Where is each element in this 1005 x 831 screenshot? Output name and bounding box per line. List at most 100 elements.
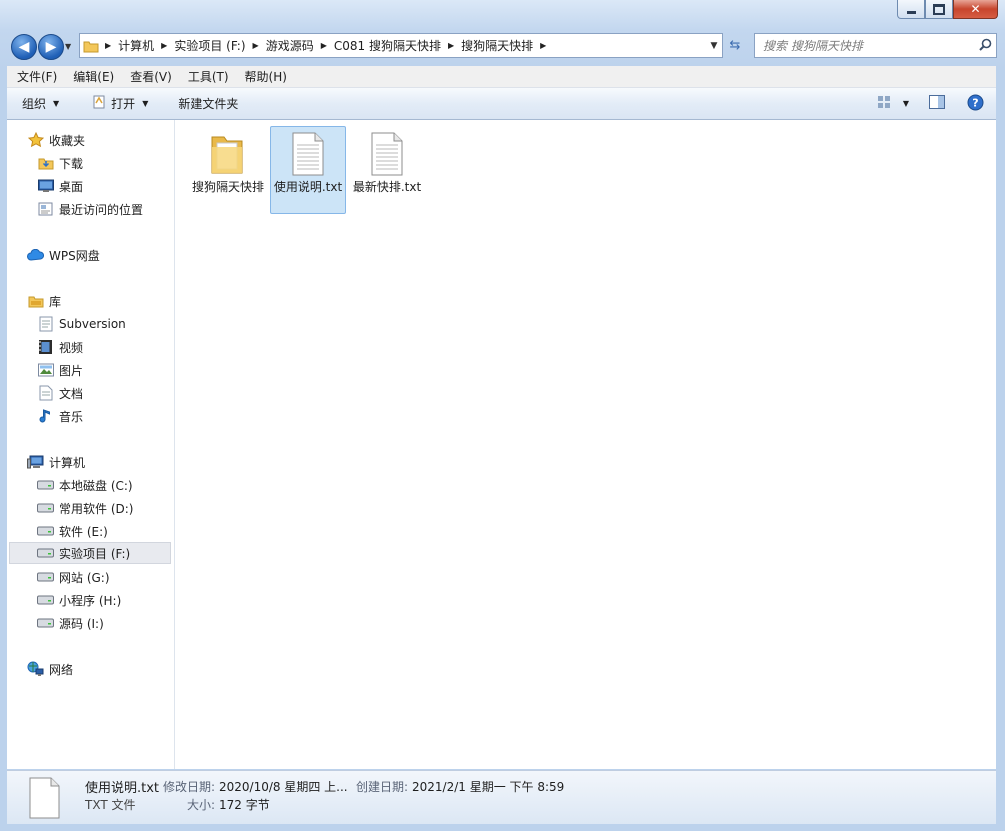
nav-item-videos[interactable]: 视频: [37, 336, 83, 358]
preview-pane-icon[interactable]: [929, 95, 945, 112]
folder-icon: [83, 38, 101, 54]
caption-buttons: ✕: [897, 0, 998, 20]
desktop-icon: [37, 178, 54, 194]
breadcrumb-separator[interactable]: ▶: [157, 41, 171, 50]
maximize-button[interactable]: [925, 0, 953, 19]
view-dropdown-icon[interactable]: ▼: [903, 99, 909, 108]
nav-label: 桌面: [59, 179, 84, 194]
nav-computer[interactable]: 计算机: [27, 451, 85, 473]
picture-icon: [37, 362, 54, 378]
nav-item-drive-f[interactable]: 实验项目 (F:): [9, 542, 171, 564]
drive-icon: [37, 569, 54, 585]
minimize-button[interactable]: [897, 0, 925, 19]
recent-places-icon: [37, 201, 54, 217]
details-modified-label: 修改日期:: [163, 780, 216, 794]
organize-button[interactable]: 组织 ▼: [14, 92, 67, 116]
details-modified-value: 2020/10/8 星期四 上...: [219, 780, 348, 794]
file-item-txt-selected[interactable]: 使用说明.txt: [270, 126, 346, 214]
file-name: 使用说明.txt: [273, 180, 343, 194]
nav-item-subversion[interactable]: Subversion: [37, 313, 126, 335]
breadcrumb-separator[interactable]: ▶: [101, 41, 115, 50]
menu-file[interactable]: 文件(F): [11, 68, 63, 85]
breadcrumb-separator[interactable]: ▶: [444, 41, 458, 50]
nav-label: 软件 (E:): [59, 524, 108, 539]
menu-view[interactable]: 查看(V): [124, 68, 178, 85]
nav-label: 收藏夹: [49, 133, 86, 148]
nav-label: 库: [49, 294, 62, 309]
nav-item-drive-d[interactable]: 常用软件 (D:): [37, 497, 133, 519]
folder-icon: [208, 129, 248, 177]
drive-icon: [37, 523, 54, 539]
music-icon: [37, 408, 54, 424]
close-button[interactable]: ✕: [953, 0, 998, 19]
details-size-label: 大小:: [187, 798, 216, 812]
network-icon: [27, 661, 44, 677]
document-icon: [37, 385, 54, 401]
breadcrumb-item[interactable]: 实验项目 (F:): [171, 37, 248, 54]
refresh-button[interactable]: ⇆: [724, 33, 746, 58]
nav-favorites[interactable]: 收藏夹: [27, 129, 85, 151]
nav-item-drive-c[interactable]: 本地磁盘 (C:): [37, 474, 133, 496]
menu-edit[interactable]: 编辑(E): [67, 68, 120, 85]
breadcrumb-item[interactable]: 搜狗隔天快排: [458, 37, 536, 54]
forward-button[interactable]: ▶: [38, 34, 64, 60]
nav-label: 下载: [59, 156, 84, 171]
new-folder-label: 新建文件夹: [178, 97, 239, 111]
open-button[interactable]: 打开 ▼: [83, 92, 156, 116]
nav-item-pictures[interactable]: 图片: [37, 359, 83, 381]
forward-arrow-icon: ▶: [45, 39, 57, 55]
help-icon[interactable]: ?: [967, 94, 984, 114]
nav-item-drive-i[interactable]: 源码 (I:): [37, 612, 104, 634]
history-dropdown-icon[interactable]: ▼: [65, 42, 71, 51]
subversion-icon: [37, 316, 54, 332]
nav-libraries[interactable]: 库: [27, 290, 61, 312]
search-input[interactable]: [755, 37, 974, 54]
search-box: [754, 33, 997, 58]
library-icon: [27, 293, 44, 309]
back-arrow-icon: ◀: [18, 39, 30, 55]
nav-item-documents[interactable]: 文档: [37, 382, 83, 404]
details-created-label: 创建日期:: [356, 780, 409, 794]
breadcrumb: 计算机 ▶ 实验项目 (F:) ▶ 游戏源码 ▶ C081 搜狗隔天快排 ▶ 搜狗隔天快排 ▶: [115, 37, 706, 54]
breadcrumb-item[interactable]: 计算机: [115, 37, 157, 54]
nav-item-drive-g[interactable]: 网站 (G:): [37, 566, 110, 588]
nav-item-desktop[interactable]: 桌面: [37, 175, 83, 197]
new-folder-button[interactable]: 新建文件夹: [170, 92, 246, 116]
refresh-icon: ⇆: [729, 38, 741, 53]
file-list: 搜狗隔天快排 使用说明.txt 最新快排.txt: [175, 120, 996, 769]
nav-label: 计算机: [49, 455, 86, 470]
nav-wps-cloud[interactable]: WPS网盘: [27, 244, 100, 266]
nav-item-music[interactable]: 音乐: [37, 405, 83, 427]
explorer-window: ✕ ◀ ▶ ▼ ▶ 计算机 ▶ 实验项目 (F:) ▶ 游戏源码 ▶ C081 搜狗隔天快排…: [0, 0, 1005, 831]
menu-tools[interactable]: 工具(T): [182, 68, 235, 85]
back-button[interactable]: ◀: [11, 34, 37, 60]
file-item-folder[interactable]: 搜狗隔天快排: [190, 126, 266, 214]
nav-network[interactable]: 网络: [27, 658, 73, 680]
details-filetype: TXT 文件: [85, 798, 136, 812]
nav-item-drive-h[interactable]: 小程序 (H:): [37, 589, 121, 611]
address-dropdown-icon[interactable]: ▼: [706, 41, 722, 51]
breadcrumb-separator[interactable]: ▶: [536, 41, 550, 50]
breadcrumb-separator[interactable]: ▶: [317, 41, 331, 50]
nav-label: Subversion: [59, 317, 126, 331]
drive-icon: [37, 477, 54, 493]
video-icon: [37, 339, 54, 355]
menu-bar: 文件(F) 编辑(E) 查看(V) 工具(T) 帮助(H): [7, 66, 996, 88]
text-file-icon: [370, 131, 404, 177]
search-icon[interactable]: [974, 38, 996, 54]
breadcrumb-separator[interactable]: ▶: [249, 41, 263, 50]
breadcrumb-item[interactable]: 游戏源码: [263, 37, 317, 54]
file-name: 搜狗隔天快排: [191, 180, 264, 194]
nav-label: 网络: [49, 662, 74, 677]
file-item-txt[interactable]: 最新快排.txt: [349, 126, 425, 214]
nav-item-downloads[interactable]: 下载: [37, 152, 83, 174]
breadcrumb-item[interactable]: C081 搜狗隔天快排: [331, 37, 444, 54]
menu-help[interactable]: 帮助(H): [239, 68, 293, 85]
nav-item-drive-e[interactable]: 软件 (E:): [37, 520, 108, 542]
nav-label: WPS网盘: [49, 248, 100, 263]
address-bar[interactable]: ▶ 计算机 ▶ 实验项目 (F:) ▶ 游戏源码 ▶ C081 搜狗隔天快排 ▶ 搜狗隔天快排 ▶…: [79, 33, 723, 58]
computer-icon: [27, 454, 44, 470]
change-view-icon[interactable]: [877, 95, 893, 112]
nav-item-recent-places[interactable]: 最近访问的位置: [37, 198, 143, 220]
navigation-pane: 收藏夹 下载 桌面 最近访问的位置 WPS网盘 库 Subversion 视频 …: [7, 120, 175, 769]
